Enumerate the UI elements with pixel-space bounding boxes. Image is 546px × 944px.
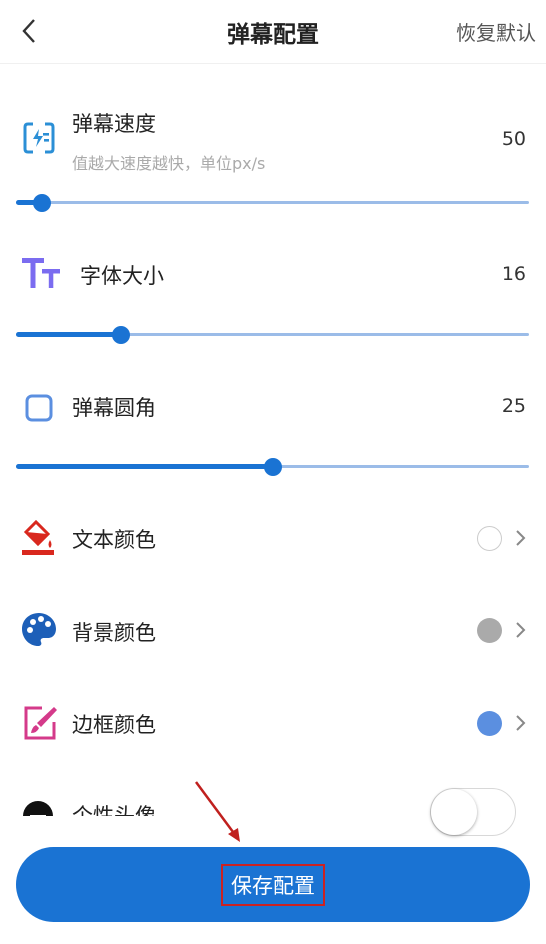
paint-bucket-icon (20, 518, 56, 556)
reset-default-button[interactable]: 恢复默认 (456, 17, 536, 46)
toggle-knob (431, 789, 477, 835)
slider-thumb[interactable] (112, 326, 131, 344)
radius-slider[interactable] (16, 457, 529, 477)
avatar-icon (22, 800, 54, 816)
chevron-right-icon (514, 713, 528, 733)
slider-fill (16, 332, 122, 337)
annotation-arrow-icon (194, 781, 240, 842)
header-bar: 弹幕配置 恢复默认 (0, 0, 546, 64)
border-color-swatch[interactable] (477, 711, 502, 736)
font-size-icon (20, 253, 64, 293)
brush-frame-icon (22, 705, 58, 741)
radius-value: 25 (501, 395, 526, 417)
speed-subtitle: 值越大速度越快，单位px/s (72, 154, 266, 173)
background-color-swatch[interactable] (477, 618, 502, 643)
font-size-title: 字体大小 (80, 264, 164, 288)
background-color-title: 背景颜色 (72, 621, 156, 645)
palette-icon (20, 611, 58, 649)
save-config-button[interactable]: 保存配置 (16, 847, 530, 922)
chevron-right-icon (514, 620, 528, 640)
speed-value: 50 (501, 128, 526, 150)
font-size-value: 16 (501, 263, 526, 285)
slider-thumb[interactable] (32, 194, 51, 212)
chevron-right-icon (514, 528, 528, 548)
font-size-slider[interactable] (16, 325, 529, 345)
slider-fill (16, 464, 273, 469)
avatar-title: 个性头像 (72, 804, 156, 816)
border-color-title: 边框颜色 (72, 713, 156, 737)
text-color-title: 文本颜色 (72, 528, 156, 552)
slider-track (16, 201, 529, 204)
avatar-toggle[interactable] (430, 788, 516, 836)
speed-title: 弹幕速度 (72, 112, 156, 136)
save-config-label: 保存配置 (221, 863, 325, 906)
rounded-square-icon (24, 393, 54, 423)
radius-title: 弹幕圆角 (72, 396, 156, 420)
slider-thumb[interactable] (263, 458, 282, 476)
text-color-swatch[interactable] (477, 526, 502, 551)
speed-slider[interactable] (16, 193, 529, 213)
speed-icon (21, 120, 57, 156)
